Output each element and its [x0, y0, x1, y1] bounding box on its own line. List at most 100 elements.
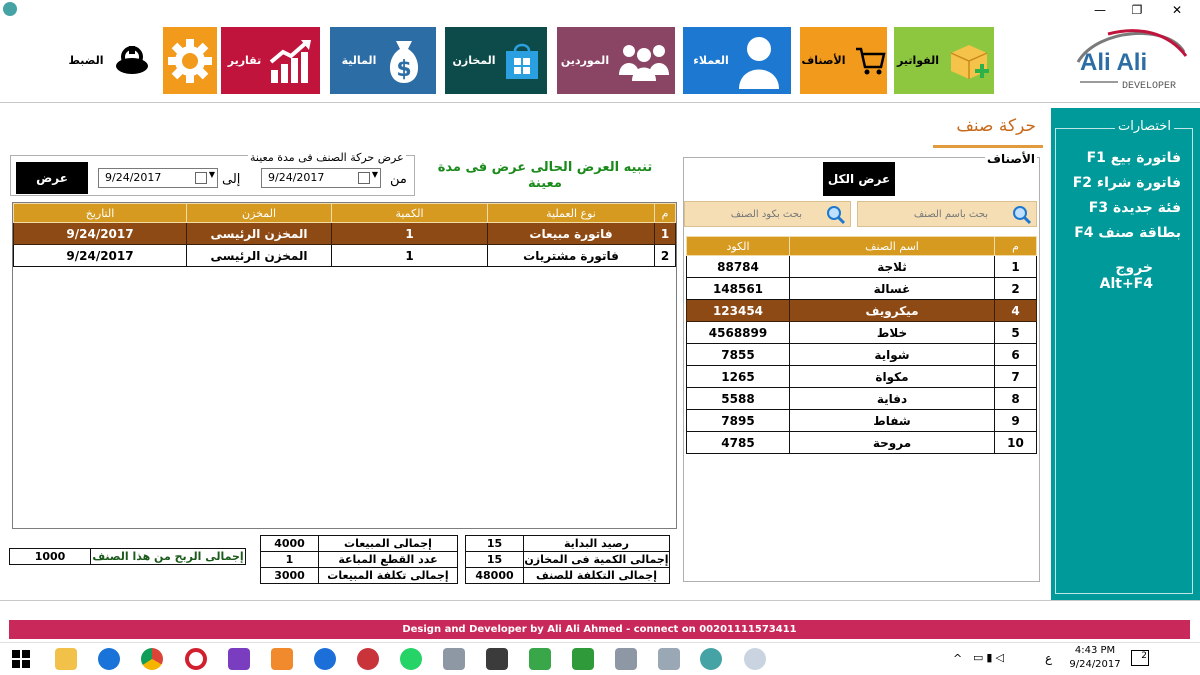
items-grid[interactable]: م اسم الصنف الكود 1 ثلاجة 88784 2 غسالة 14856… — [686, 236, 1037, 454]
settings-app-icon[interactable] — [443, 648, 465, 670]
cell-index: 2 — [654, 244, 676, 267]
gear-tile[interactable] — [163, 27, 217, 94]
visual-studio-icon[interactable] — [228, 648, 250, 670]
search-by-code-placeholder: بحث بكود الصنف — [730, 208, 802, 220]
col-operation-type[interactable]: نوع العملية — [487, 203, 655, 223]
app-taskbar-icon[interactable] — [700, 648, 722, 670]
show-all-button[interactable]: عرض الكل — [823, 162, 895, 196]
movements-grid[interactable]: م نوع العملية الكمية المخزن التاريخ 1 فا… — [12, 202, 677, 529]
settings-tile[interactable]: الضبط — [65, 27, 155, 94]
download-manager-icon[interactable] — [357, 648, 379, 670]
totals-label: إجمالى الكمية فى المخازن — [523, 551, 670, 568]
chart-growth-icon — [269, 39, 312, 83]
close-button[interactable]: ✕ — [1160, 0, 1194, 20]
table-row[interactable]: 1 فاتورة مبيعات 1 المخزن الرئيسى 9/24/20… — [13, 222, 676, 245]
col-quantity[interactable]: الكمية — [331, 203, 488, 223]
totals-row: إجمالى التكلفة للصنف 48000 — [465, 567, 670, 584]
suppliers-tile[interactable]: الموردين — [557, 27, 675, 94]
finance-tile[interactable]: المالية $ — [330, 27, 436, 94]
customers-tile[interactable]: العملاء — [683, 27, 791, 94]
table-row[interactable]: 2 فاتورة مشتريات 1 المخزن الرئيسى 9/24/2… — [13, 244, 676, 267]
col-date[interactable]: التاريخ — [13, 203, 187, 223]
teamviewer-icon[interactable] — [314, 648, 336, 670]
input-language-indicator[interactable]: ع — [1045, 651, 1052, 665]
opera-icon[interactable] — [185, 648, 207, 670]
search-by-code-input[interactable]: بحث بكود الصنف — [684, 201, 851, 227]
invoices-tile[interactable]: الفواتير — [894, 27, 994, 94]
cell-item-name: شواية — [789, 343, 995, 366]
notifications-icon[interactable]: 2 — [1131, 650, 1149, 666]
col-index[interactable]: م — [654, 203, 676, 223]
taskbar-clock[interactable]: 4:43 PM 9/24/2017 — [1066, 644, 1124, 672]
group-icon — [619, 44, 670, 81]
search-icon[interactable] — [826, 205, 846, 225]
from-date-picker[interactable]: 9/24/2017 ▼ — [261, 168, 381, 188]
totals-value: 48000 — [465, 567, 524, 584]
windows-start-icon[interactable] — [12, 650, 30, 668]
shortcut-sales-invoice[interactable]: فاتورة بيع F1 — [1061, 150, 1181, 166]
reports-tile[interactable]: تقارير — [221, 27, 320, 94]
restore-button[interactable]: ❐ — [1120, 0, 1154, 20]
bottom-separator — [0, 600, 1200, 601]
invoice-box-icon — [950, 44, 989, 79]
totals-row: عدد القطع المباعة 1 — [260, 551, 458, 568]
col-store[interactable]: المخزن — [186, 203, 332, 223]
cell-code: 5588 — [686, 387, 790, 410]
table-row[interactable]: 7 مكواة 1265 — [686, 365, 1037, 388]
totals-label: إجمالى تكلفة المبيعات — [318, 567, 458, 584]
search-by-name-placeholder: بحث باسم الصنف — [913, 208, 988, 220]
totals-label: إجمالى المبيعات — [318, 535, 458, 552]
shortcut-item-card[interactable]: بطاقة صنف F4 — [1061, 225, 1181, 241]
camtasia-icon[interactable] — [529, 648, 551, 670]
cell-item-name: مكواة — [789, 365, 995, 388]
xampp-icon[interactable] — [271, 648, 293, 670]
table-row[interactable]: 2 غسالة 148561 — [686, 277, 1037, 300]
col-index[interactable]: م — [994, 236, 1037, 256]
app-taskbar-icon[interactable] — [744, 648, 766, 670]
database-icon[interactable] — [658, 648, 680, 670]
tools-icon[interactable] — [486, 648, 508, 670]
title-bar — [0, 0, 1200, 20]
totals-value: 15 — [465, 551, 524, 568]
logo-main-text: Ali Ali — [1080, 49, 1147, 76]
tray-status-icons[interactable]: ▭▮◁ — [973, 651, 1023, 664]
table-row[interactable]: 6 شواية 7855 — [686, 343, 1037, 366]
file-explorer-icon[interactable] — [55, 648, 77, 670]
items-tile[interactable]: الأصناف — [800, 27, 887, 94]
minimize-button[interactable]: — — [1083, 0, 1117, 20]
cell-code: 88784 — [686, 255, 790, 278]
invoices-label: الفواتير — [897, 54, 939, 67]
table-row[interactable]: 10 مروحة 4785 — [686, 431, 1037, 454]
items-table: م اسم الصنف الكود 1 ثلاجة 88784 2 غسالة 14856… — [686, 236, 1037, 454]
cell-index: 5 — [994, 321, 1037, 344]
reports-label: تقارير — [227, 54, 262, 67]
cell-index: 6 — [994, 343, 1037, 366]
table-row[interactable]: 9 شفاط 7895 — [686, 409, 1037, 432]
chrome-icon[interactable] — [141, 648, 163, 670]
whatsapp-icon[interactable] — [400, 648, 422, 670]
edge-icon[interactable] — [98, 648, 120, 670]
table-row[interactable]: 5 خلاط 4568899 — [686, 321, 1037, 344]
table-row[interactable]: 4 ميكرويف 123454 — [686, 299, 1037, 322]
table-row[interactable]: 8 دفاية 5588 — [686, 387, 1037, 410]
cell-code: 1265 — [686, 365, 790, 388]
table-row[interactable]: 1 ثلاجة 88784 — [686, 255, 1037, 278]
cell-index: 1 — [994, 255, 1037, 278]
store-icon — [505, 43, 538, 79]
stores-tile[interactable]: المخازن — [445, 27, 547, 94]
settings-app-icon[interactable] — [615, 648, 637, 670]
from-label: من — [390, 172, 407, 187]
shortcut-exit[interactable]: خروج Alt+F4 — [1061, 260, 1153, 292]
shortcut-purchase-invoice[interactable]: فاتورة شراء F2 — [1061, 175, 1181, 191]
money-bag-icon: $ — [390, 40, 419, 83]
to-date-picker[interactable]: 9/24/2017 ▼ — [98, 168, 218, 188]
cell-code: 123454 — [686, 299, 790, 322]
col-code[interactable]: الكود — [686, 236, 790, 256]
col-item-name[interactable]: اسم الصنف — [789, 236, 995, 256]
show-button[interactable]: عرض — [16, 162, 88, 194]
search-icon[interactable] — [1012, 205, 1032, 225]
tray-chevron-icon[interactable]: ^ — [953, 652, 962, 665]
search-by-name-input[interactable]: بحث باسم الصنف — [857, 201, 1037, 227]
gpu-monitor-icon[interactable] — [572, 648, 594, 670]
shortcut-new-category[interactable]: فئة جديدة F3 — [1061, 200, 1181, 216]
